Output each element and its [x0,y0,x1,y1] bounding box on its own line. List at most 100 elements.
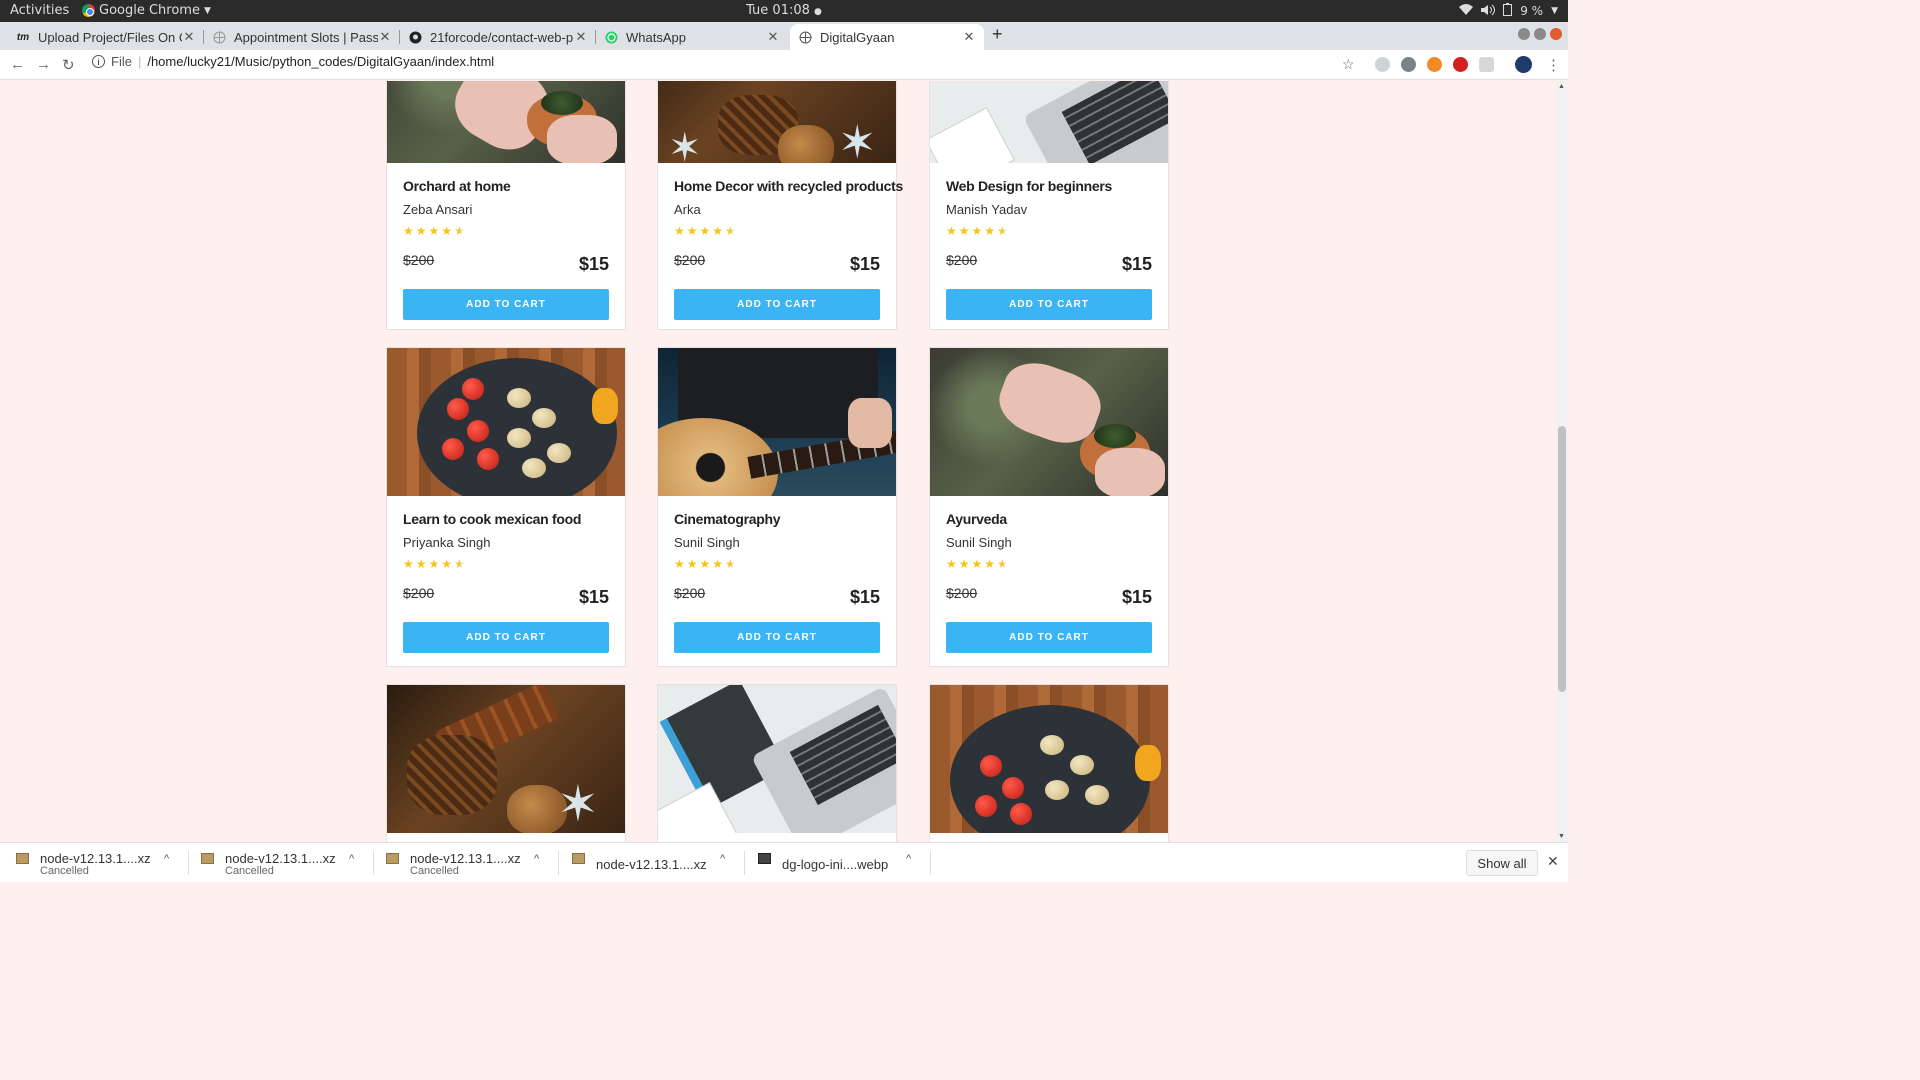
original-price: $200 [403,585,435,601]
course-author: Sunil Singh [674,535,740,550]
chevron-up-icon[interactable]: ^ [534,853,539,865]
course-image: ✶ [387,685,625,833]
star-full-icon: ★ [958,557,972,571]
info-icon[interactable]: i [92,55,105,68]
course-title[interactable]: Home Decor with recycled products [674,178,903,194]
rating-stars: ★★★★★ [674,224,880,240]
download-item[interactable]: dg-logo-ini....webp ^ [758,849,928,877]
course-author: Zeba Ansari [403,202,473,217]
divider [373,851,374,875]
menu-dots-icon[interactable]: ⋮ [1546,56,1561,74]
globe-icon [798,30,812,44]
download-item[interactable]: node-v12.13.1....xz Cancelled ^ [16,849,186,877]
course-title[interactable]: Learn to cook mexican food [403,511,609,527]
course-title[interactable]: Cinematography [674,511,880,527]
divider: | [137,54,142,69]
download-filename: node-v12.13.1....xz [596,857,707,872]
add-to-cart-button[interactable]: ADD TO CART [946,622,1152,653]
address-bar[interactable]: i File | /home/lucky21/Music/python_code… [92,54,494,69]
divider [188,851,189,875]
tab-digitalgyaan[interactable]: DigitalGyaan ✕ [790,24,984,50]
course-title[interactable]: Ayurveda [946,511,1152,527]
forward-arrow-icon[interactable]: → [36,56,51,73]
star-full-icon: ★ [699,224,713,238]
show-all-downloads-button[interactable]: Show all [1466,850,1538,876]
download-item[interactable]: node-v12.13.1....xz Cancelled ^ [386,849,556,877]
scroll-down-arrow-icon[interactable]: ▼ [1558,833,1565,840]
tab-upload-project[interactable]: tm Upload Project/Files On G ✕ [8,24,204,50]
maximize-window-button[interactable] [1534,28,1546,40]
tab-github-contact-web[interactable]: 21forcode/contact-web-p ✕ [400,24,596,50]
chevron-up-icon[interactable]: ^ [906,853,911,865]
extension-c-icon[interactable] [1479,57,1494,72]
star-full-icon: ★ [686,224,700,238]
tab-appointment-slots[interactable]: Appointment Slots | Pass ✕ [204,24,400,50]
star-full-icon: ★ [441,224,455,238]
extension-shield-icon[interactable] [1401,57,1416,72]
extension-bike-icon[interactable] [1375,57,1390,72]
chevron-up-icon[interactable]: ^ [164,853,169,865]
add-to-cart-button[interactable]: ADD TO CART [403,622,609,653]
notification-dot-icon: ● [814,7,822,17]
course-image [658,348,896,496]
system-tray[interactable]: 9 % ▼ [1459,3,1558,19]
new-tab-button[interactable]: + [992,24,1003,45]
rating-stars: ★★★★★ [403,557,609,573]
sale-price: $15 [849,587,880,607]
star-half-icon: ★ [997,557,1010,571]
close-tab-icon[interactable]: ✕ [182,29,196,45]
bookmark-star-icon[interactable]: ☆ [1342,56,1355,73]
course-card: Orchard at home Zeba Ansari ★★★★★ $200 $… [386,81,626,330]
close-tab-icon[interactable]: ✕ [378,29,392,45]
clock[interactable]: Tue 01:08 ● [0,3,1568,18]
add-to-cart-button[interactable]: ADD TO CART [674,622,880,653]
minimize-window-button[interactable] [1518,28,1530,40]
star-half-icon: ★ [725,224,738,238]
original-price: $200 [674,252,706,268]
extension-orange-icon[interactable] [1427,57,1442,72]
close-window-button[interactable] [1550,28,1562,40]
add-to-cart-button[interactable]: ADD TO CART [403,289,609,320]
course-title[interactable]: Orchard at home [403,178,609,194]
download-item[interactable]: node-v12.13.1....xz ^ [572,849,742,877]
close-tab-icon[interactable]: ✕ [962,29,976,45]
page-viewport: Orchard at home Zeba Ansari ★★★★★ $200 $… [0,81,1556,842]
add-to-cart-button[interactable]: ADD TO CART [946,289,1152,320]
window-controls [1518,28,1562,40]
add-to-cart-button[interactable]: ADD TO CART [674,289,880,320]
course-image [387,81,625,163]
course-title[interactable]: Web Design for beginners [946,178,1152,194]
download-filename: node-v12.13.1....xz [410,851,521,866]
reload-icon[interactable]: ↻ [62,56,75,74]
close-tab-icon[interactable]: ✕ [574,29,588,45]
download-item[interactable]: node-v12.13.1....xz Cancelled ^ [201,849,371,877]
close-tab-icon[interactable]: ✕ [766,29,780,45]
page-scrollbar[interactable]: ▲ ▼ [1556,81,1568,842]
scroll-up-arrow-icon[interactable]: ▲ [1558,83,1565,90]
star-full-icon: ★ [984,557,998,571]
course-author: Sunil Singh [946,535,1012,550]
back-arrow-icon[interactable]: ← [10,56,25,73]
divider [558,851,559,875]
tab-whatsapp[interactable]: WhatsApp ✕ [596,24,788,50]
star-full-icon: ★ [958,224,972,238]
profile-avatar[interactable] [1515,56,1532,73]
scrollbar-thumb[interactable] [1558,426,1566,692]
chevron-up-icon[interactable]: ^ [349,853,354,865]
course-author: Arka [674,202,701,217]
course-card [929,684,1169,842]
close-shelf-icon[interactable]: ✕ [1547,853,1559,870]
rating-stars: ★★★★★ [946,557,1152,573]
divider [744,851,745,875]
star-full-icon: ★ [686,557,700,571]
whatsapp-icon [604,30,618,44]
archive-file-icon [572,853,585,864]
download-shelf: node-v12.13.1....xz Cancelled ^ node-v12… [0,842,1568,882]
chevron-up-icon[interactable]: ^ [720,853,725,865]
archive-file-icon [386,853,399,864]
extension-opera-icon[interactable] [1453,57,1468,72]
rating-stars: ★★★★★ [674,557,880,573]
sale-price: $15 [1121,587,1152,607]
globe-icon [212,30,226,44]
course-image [387,348,625,496]
